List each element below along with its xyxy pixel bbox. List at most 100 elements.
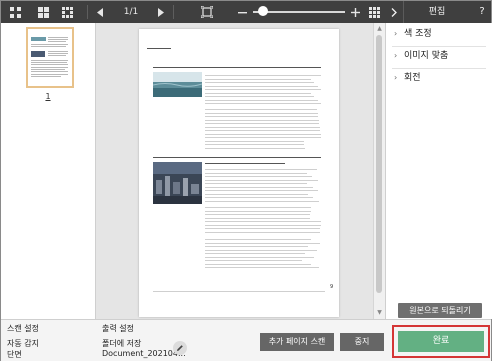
chevron-right-icon: › bbox=[394, 51, 398, 60]
page-text-line bbox=[205, 186, 313, 188]
section-rotate[interactable]: › 회전 bbox=[394, 71, 421, 85]
page-text-line bbox=[205, 179, 318, 181]
page-text-line bbox=[205, 137, 321, 138]
edit-panel-title: 편집 bbox=[428, 7, 446, 17]
fit-page-icon[interactable] bbox=[199, 4, 215, 20]
preview-scrollbar[interactable]: ▲ ▼ bbox=[373, 23, 385, 319]
page-heading-line bbox=[147, 48, 171, 49]
done-button-highlight: 완료 bbox=[392, 325, 490, 358]
zoom-slider-thumb[interactable] bbox=[258, 6, 268, 16]
toolbar-separator bbox=[173, 5, 174, 19]
page-text-line bbox=[205, 147, 305, 149]
page-text-line bbox=[205, 89, 321, 90]
page-text-line bbox=[205, 263, 311, 265]
document-preview: 9 bbox=[96, 23, 385, 319]
page-text-line bbox=[205, 112, 318, 114]
page-text-line bbox=[153, 67, 321, 68]
page-text-line bbox=[205, 239, 311, 240]
page-text-line bbox=[205, 200, 319, 202]
page-photo-sea bbox=[152, 72, 203, 97]
page-text-line bbox=[205, 210, 311, 212]
page-text-line bbox=[205, 256, 314, 258]
grid-dense-icon[interactable] bbox=[59, 4, 75, 20]
page-text-line bbox=[205, 130, 320, 131]
divider bbox=[392, 68, 486, 69]
section-label: 회전 bbox=[404, 73, 421, 83]
page-text-line bbox=[205, 221, 321, 222]
page-text-line bbox=[205, 103, 321, 104]
page-text-line bbox=[205, 169, 317, 170]
page-text-line bbox=[205, 207, 311, 208]
edit-panel-header: 편집 ? bbox=[385, 1, 491, 23]
edit-panel: › 색 조정 › 이미지 맞춤 › 회전 원본으로 되돌리기 bbox=[385, 23, 492, 319]
section-label: 이미지 맞춤 bbox=[404, 51, 449, 61]
page-counter: 1/1 bbox=[123, 7, 139, 17]
page-text-line bbox=[205, 85, 318, 87]
page-text-line bbox=[205, 140, 304, 142]
page-text-line bbox=[205, 133, 321, 135]
page-text-line bbox=[205, 82, 314, 83]
section-image-fit[interactable]: › 이미지 맞춤 bbox=[394, 49, 448, 63]
preview-toolbar: 1/1 bbox=[1, 1, 385, 23]
page-text-line bbox=[205, 96, 314, 97]
page-text-line bbox=[205, 99, 318, 101]
page-text-line bbox=[153, 157, 321, 158]
scan-settings-title: 스캔 설정 bbox=[7, 324, 39, 333]
restore-original-button[interactable]: 원본으로 되돌리기 bbox=[398, 303, 482, 318]
arrow-left-icon[interactable] bbox=[93, 4, 107, 20]
page-text-line bbox=[205, 267, 319, 268]
pencil-icon[interactable] bbox=[173, 341, 187, 355]
grid-small-icon[interactable] bbox=[7, 4, 23, 20]
page-text-line bbox=[205, 92, 311, 94]
section-color-adjust[interactable]: › 색 조정 bbox=[394, 27, 432, 41]
page-text-line bbox=[205, 214, 310, 215]
stop-button[interactable]: 중지 bbox=[340, 333, 384, 351]
page-text-line bbox=[205, 253, 305, 254]
arrow-right-icon[interactable] bbox=[153, 4, 167, 20]
bottom-bar: 스캔 설정 자동 감지 단면 출력 설정 폴더에 저장 Document_202… bbox=[1, 319, 491, 361]
page-text-line bbox=[205, 119, 319, 121]
section-label: 색 조정 bbox=[404, 29, 432, 39]
page-text-line bbox=[205, 163, 285, 164]
page-text-line bbox=[205, 190, 318, 191]
page-text-line bbox=[205, 217, 310, 219]
page-text-line bbox=[205, 183, 307, 184]
page-text-line bbox=[205, 172, 307, 174]
page-text-line bbox=[205, 197, 313, 198]
page-thumbnail[interactable] bbox=[26, 27, 74, 88]
output-settings-title: 출력 설정 bbox=[102, 324, 134, 333]
page-text-line bbox=[205, 260, 302, 261]
page-text-line bbox=[205, 224, 321, 226]
page-number-marker: 9 bbox=[330, 284, 334, 290]
thumbnail-strip: 1 bbox=[1, 23, 96, 319]
scanned-page: 9 bbox=[139, 29, 339, 317]
page-text-line bbox=[205, 123, 319, 124]
page-text-line bbox=[205, 249, 317, 251]
page-photo-city bbox=[153, 162, 202, 204]
page-text-line bbox=[205, 246, 308, 247]
scan-settings-mode: 자동 감지 bbox=[7, 339, 39, 348]
zoom-out-icon[interactable] bbox=[235, 4, 249, 20]
help-icon[interactable]: ? bbox=[473, 1, 491, 23]
output-settings-mode: 폴더에 저장 bbox=[102, 339, 142, 348]
chevron-right-icon: › bbox=[394, 29, 398, 38]
page-text-line bbox=[205, 78, 311, 80]
scroll-up-icon[interactable]: ▲ bbox=[376, 25, 383, 32]
scroll-down-icon[interactable]: ▼ bbox=[376, 309, 383, 316]
page-text-line bbox=[205, 109, 317, 110]
page-text-line bbox=[205, 176, 312, 177]
grid-large-icon[interactable] bbox=[35, 4, 51, 20]
grid-view-icon[interactable] bbox=[367, 4, 381, 20]
zoom-in-icon[interactable] bbox=[348, 4, 362, 20]
page-text-line bbox=[205, 193, 308, 195]
page-text-line bbox=[205, 75, 321, 76]
toolbar-separator bbox=[87, 5, 88, 19]
scrollbar-thumb[interactable] bbox=[376, 35, 382, 293]
page-text-line bbox=[205, 126, 320, 128]
page-text-line bbox=[205, 144, 304, 145]
chevron-right-icon[interactable] bbox=[385, 1, 404, 23]
thumbnail-page-number: 1 bbox=[45, 92, 51, 101]
done-button[interactable]: 완료 bbox=[398, 331, 484, 352]
page-text-line bbox=[205, 242, 320, 244]
add-page-scan-button[interactable]: 추가 페이지 스캔 bbox=[260, 333, 334, 351]
